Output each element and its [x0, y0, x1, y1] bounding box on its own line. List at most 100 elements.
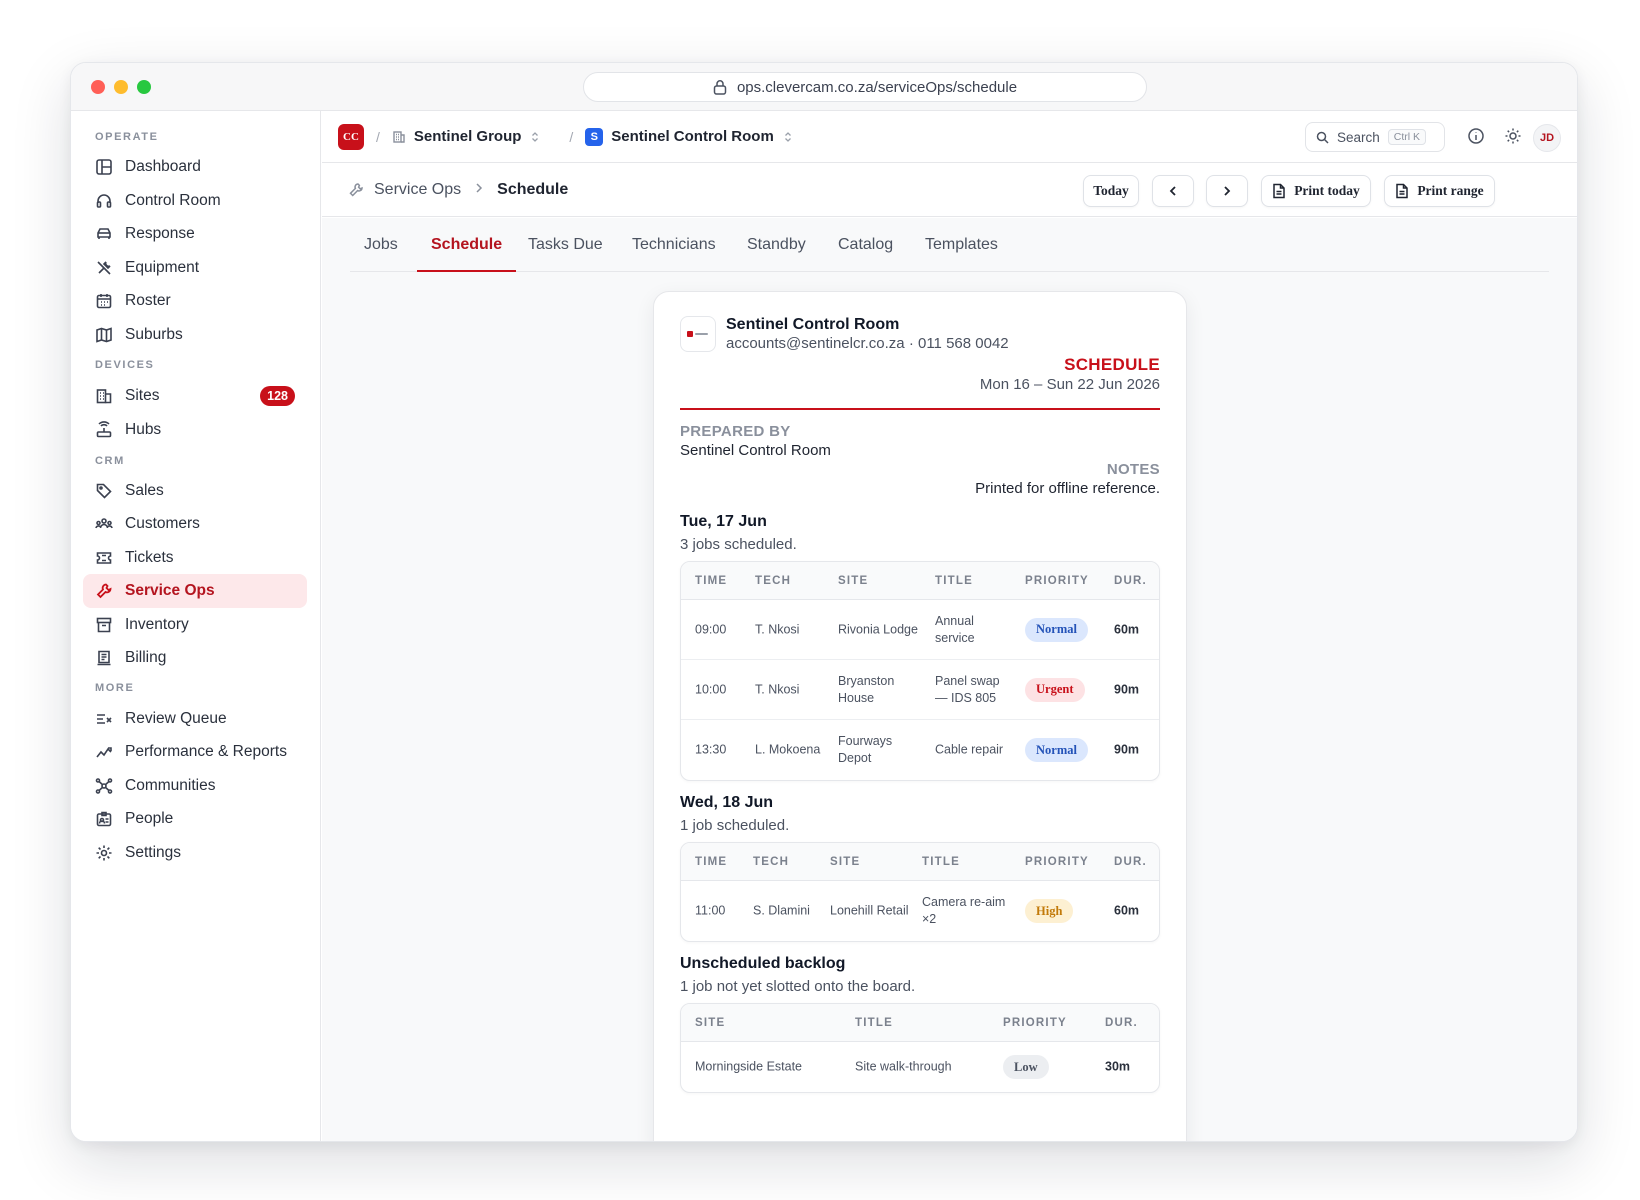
document-icon [1396, 183, 1409, 199]
sidebar-item-label: Equipment [125, 259, 200, 276]
gear-icon [95, 844, 113, 862]
tab-technicians[interactable]: Technicians [618, 236, 730, 272]
column-header: DUR. [1114, 856, 1147, 868]
sidebar-item-label: Suburbs [125, 326, 183, 343]
headset-icon [95, 192, 113, 210]
cell-tech: L. Mokoena [755, 742, 821, 757]
chevron-right-icon [475, 181, 483, 199]
table-row[interactable]: 11:00 S. Dlamini Lonehill Retail Camera … [681, 881, 1159, 941]
tab-templates[interactable]: Templates [911, 236, 1012, 272]
receipt-icon [95, 649, 113, 667]
user-avatar[interactable]: JD [1533, 124, 1561, 152]
print-range-button[interactable]: Print range [1384, 175, 1495, 207]
day-subtitle: 3 jobs scheduled. [680, 536, 797, 553]
sidebar-item-service-ops[interactable]: Service Ops [83, 574, 307, 608]
sidebar-item-inventory[interactable]: Inventory [83, 608, 307, 642]
sidebar-section-operate: OPERATE [95, 131, 159, 143]
sidebar-item-performance-reports[interactable]: Performance & Reports [83, 735, 307, 769]
table-row[interactable]: 13:30 L. Mokoena Fourways Depot Cable re… [681, 720, 1159, 780]
theme-sun-icon[interactable] [1504, 127, 1522, 150]
tab-jobs[interactable]: Jobs [350, 236, 412, 272]
address-bar[interactable]: ops.clevercam.co.za/serviceOps/schedule [583, 72, 1147, 102]
sidebar-item-dashboard[interactable]: Dashboard [83, 150, 307, 184]
tab-schedule[interactable]: Schedule [417, 236, 517, 272]
cell-title: Site walk-through [855, 1059, 952, 1074]
priority-badge: Normal [1025, 738, 1088, 762]
sidebar-item-suburbs[interactable]: Suburbs [83, 318, 307, 352]
workspace-switcher[interactable]: S Sentinel Control Room [585, 127, 800, 146]
breadcrumb-parent[interactable]: Service Ops [374, 181, 461, 199]
wrench-icon [349, 183, 363, 197]
minimize-window-button[interactable] [114, 80, 128, 94]
sidebar-item-label: Dashboard [125, 158, 201, 175]
sidebar-section-crm: CRM [95, 455, 125, 467]
cell-duration: 90m [1114, 682, 1140, 696]
building-icon [95, 387, 113, 405]
sidebar-item-equipment[interactable]: Equipment [83, 251, 307, 285]
sidebar-item-label: Performance & Reports [125, 743, 287, 760]
search-button[interactable]: Search Ctrl K [1305, 122, 1445, 152]
breadcrumb-separator: / [376, 128, 380, 145]
sidebar-item-customers[interactable]: Customers [83, 507, 307, 541]
chevron-updown-icon [784, 131, 800, 143]
sidebar-item-settings[interactable]: Settings [83, 836, 307, 870]
priority-badge: Urgent [1025, 677, 1085, 702]
sidebar-item-review-queue[interactable]: Review Queue [83, 702, 307, 736]
previous-button[interactable] [1152, 175, 1194, 207]
tag-icon [95, 482, 113, 500]
tab-tasks-due[interactable]: Tasks Due [514, 236, 617, 272]
sidebar-item-label: Settings [125, 844, 182, 861]
tab-standby[interactable]: Standby [733, 236, 820, 272]
tools-icon [95, 259, 113, 277]
backlog-table: SITE TITLE PRIORITY DUR. Morningside Est… [680, 1003, 1160, 1093]
cell-site: Rivonia Lodge [838, 622, 918, 636]
search-label: Search [1337, 129, 1380, 145]
table-row[interactable]: 10:00 T. Nkosi Bryanston House Panel swa… [681, 660, 1159, 720]
column-header: PRIORITY [1025, 856, 1089, 868]
next-button[interactable] [1206, 175, 1248, 207]
column-header: TECH [753, 856, 790, 868]
cell-time: 13:30 [695, 742, 727, 757]
cell-site: Lonehill Retail [830, 903, 909, 918]
table-header: TIME TECH SITE TITLE PRIORITY DUR. [681, 562, 1159, 600]
org-switcher[interactable]: Sentinel Group [392, 128, 548, 145]
today-button[interactable]: Today [1083, 175, 1139, 207]
sidebar-item-communities[interactable]: Communities [83, 769, 307, 803]
priority-badge: High [1025, 899, 1074, 923]
sidebar-item-label: Sites [125, 387, 160, 404]
sidebar-item-response[interactable]: Response [83, 217, 307, 251]
maximize-window-button[interactable] [137, 80, 151, 94]
page-header: Service Ops Schedule Today Print today P… [322, 163, 1577, 217]
print-today-button[interactable]: Print today [1261, 175, 1371, 207]
ticket-icon [95, 549, 113, 567]
sidebar-item-sites[interactable]: Sites 128 [83, 379, 307, 413]
sidebar-item-label: Tickets [125, 549, 174, 566]
table-row[interactable]: 09:00 T. Nkosi Rivonia Lodge Annual serv… [681, 600, 1159, 660]
sidebar-item-billing[interactable]: Billing [83, 641, 307, 675]
tab-catalog[interactable]: Catalog [824, 236, 907, 272]
chevron-right-icon [1224, 186, 1231, 196]
url-text: ops.clevercam.co.za/serviceOps/schedule [736, 78, 1018, 96]
sidebar-item-hubs[interactable]: Hubs [83, 413, 307, 447]
sidebar-item-sales[interactable]: Sales [83, 474, 307, 508]
sidebar-item-control-room[interactable]: Control Room [83, 184, 307, 218]
breadcrumb: Service Ops Schedule [348, 181, 568, 199]
org-name: Sentinel Group [413, 128, 522, 145]
car-icon [95, 225, 113, 243]
day-schedule-table: TIME TECH SITE TITLE PRIORITY DUR. 09:00… [680, 561, 1160, 781]
info-icon[interactable] [1467, 127, 1485, 150]
close-window-button[interactable] [91, 80, 105, 94]
org-logo [680, 316, 716, 352]
sidebar-item-roster[interactable]: Roster [83, 284, 307, 318]
day-title: Wed, 18 Jun [680, 794, 774, 811]
sidebar-item-label: Hubs [125, 421, 162, 438]
sidebar-item-label: Billing [125, 649, 167, 666]
cell-title: Annual service [935, 613, 975, 645]
brand-logo[interactable]: CC [338, 123, 364, 150]
table-row[interactable]: Morningside Estate Site walk-through Low… [681, 1042, 1159, 1092]
print-today-label: Print today [1294, 183, 1360, 198]
workspace-name: Sentinel Control Room [611, 128, 774, 145]
cell-tech: S. Dlamini [753, 903, 810, 918]
sidebar-item-people[interactable]: People [83, 802, 307, 836]
sidebar-item-tickets[interactable]: Tickets [83, 541, 307, 575]
